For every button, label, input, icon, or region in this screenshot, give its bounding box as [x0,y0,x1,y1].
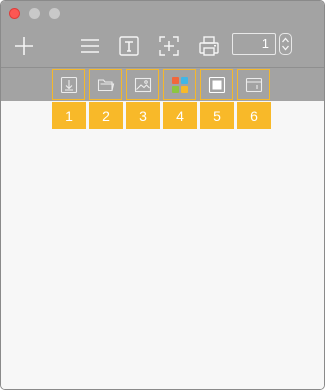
page-number-field[interactable]: 1 [232,33,276,55]
text-icon[interactable] [116,33,142,59]
import-icon [60,76,77,93]
shortcut-badge: 6 [237,102,271,129]
fit-to-page-icon[interactable] [156,33,182,59]
close-window-button[interactable] [9,8,20,19]
insert-image-button[interactable] [126,69,159,100]
list-icon[interactable] [77,33,103,59]
color-grid-button[interactable] [163,69,196,100]
image-icon [134,77,151,92]
stepper-arrows[interactable] [279,33,292,55]
import-button[interactable] [52,69,85,100]
minimize-window-button[interactable] [29,8,40,19]
color-grid-icon [171,76,188,93]
frame-icon [208,76,225,93]
shortcut-badge: 2 [89,102,123,129]
shortcut-badge: 5 [200,102,234,129]
app-window: 1 1 2 3 4 5 6 [0,0,325,390]
zoom-window-button[interactable] [49,8,60,19]
shortcut-badge: 3 [126,102,160,129]
window-button[interactable] [237,69,270,100]
document-canvas[interactable] [1,101,324,389]
folder-icon [97,78,114,91]
print-icon[interactable] [196,33,222,59]
add-icon[interactable] [11,33,37,59]
shortcut-badge: 1 [52,102,86,129]
main-toolbar: 1 [1,25,324,68]
secondary-toolbar [1,68,324,101]
open-folder-button[interactable] [89,69,122,100]
window-icon [245,77,262,92]
frame-button[interactable] [200,69,233,100]
title-bar [1,1,324,25]
shortcut-badge: 4 [163,102,197,129]
page-stepper[interactable]: 1 [232,33,294,57]
